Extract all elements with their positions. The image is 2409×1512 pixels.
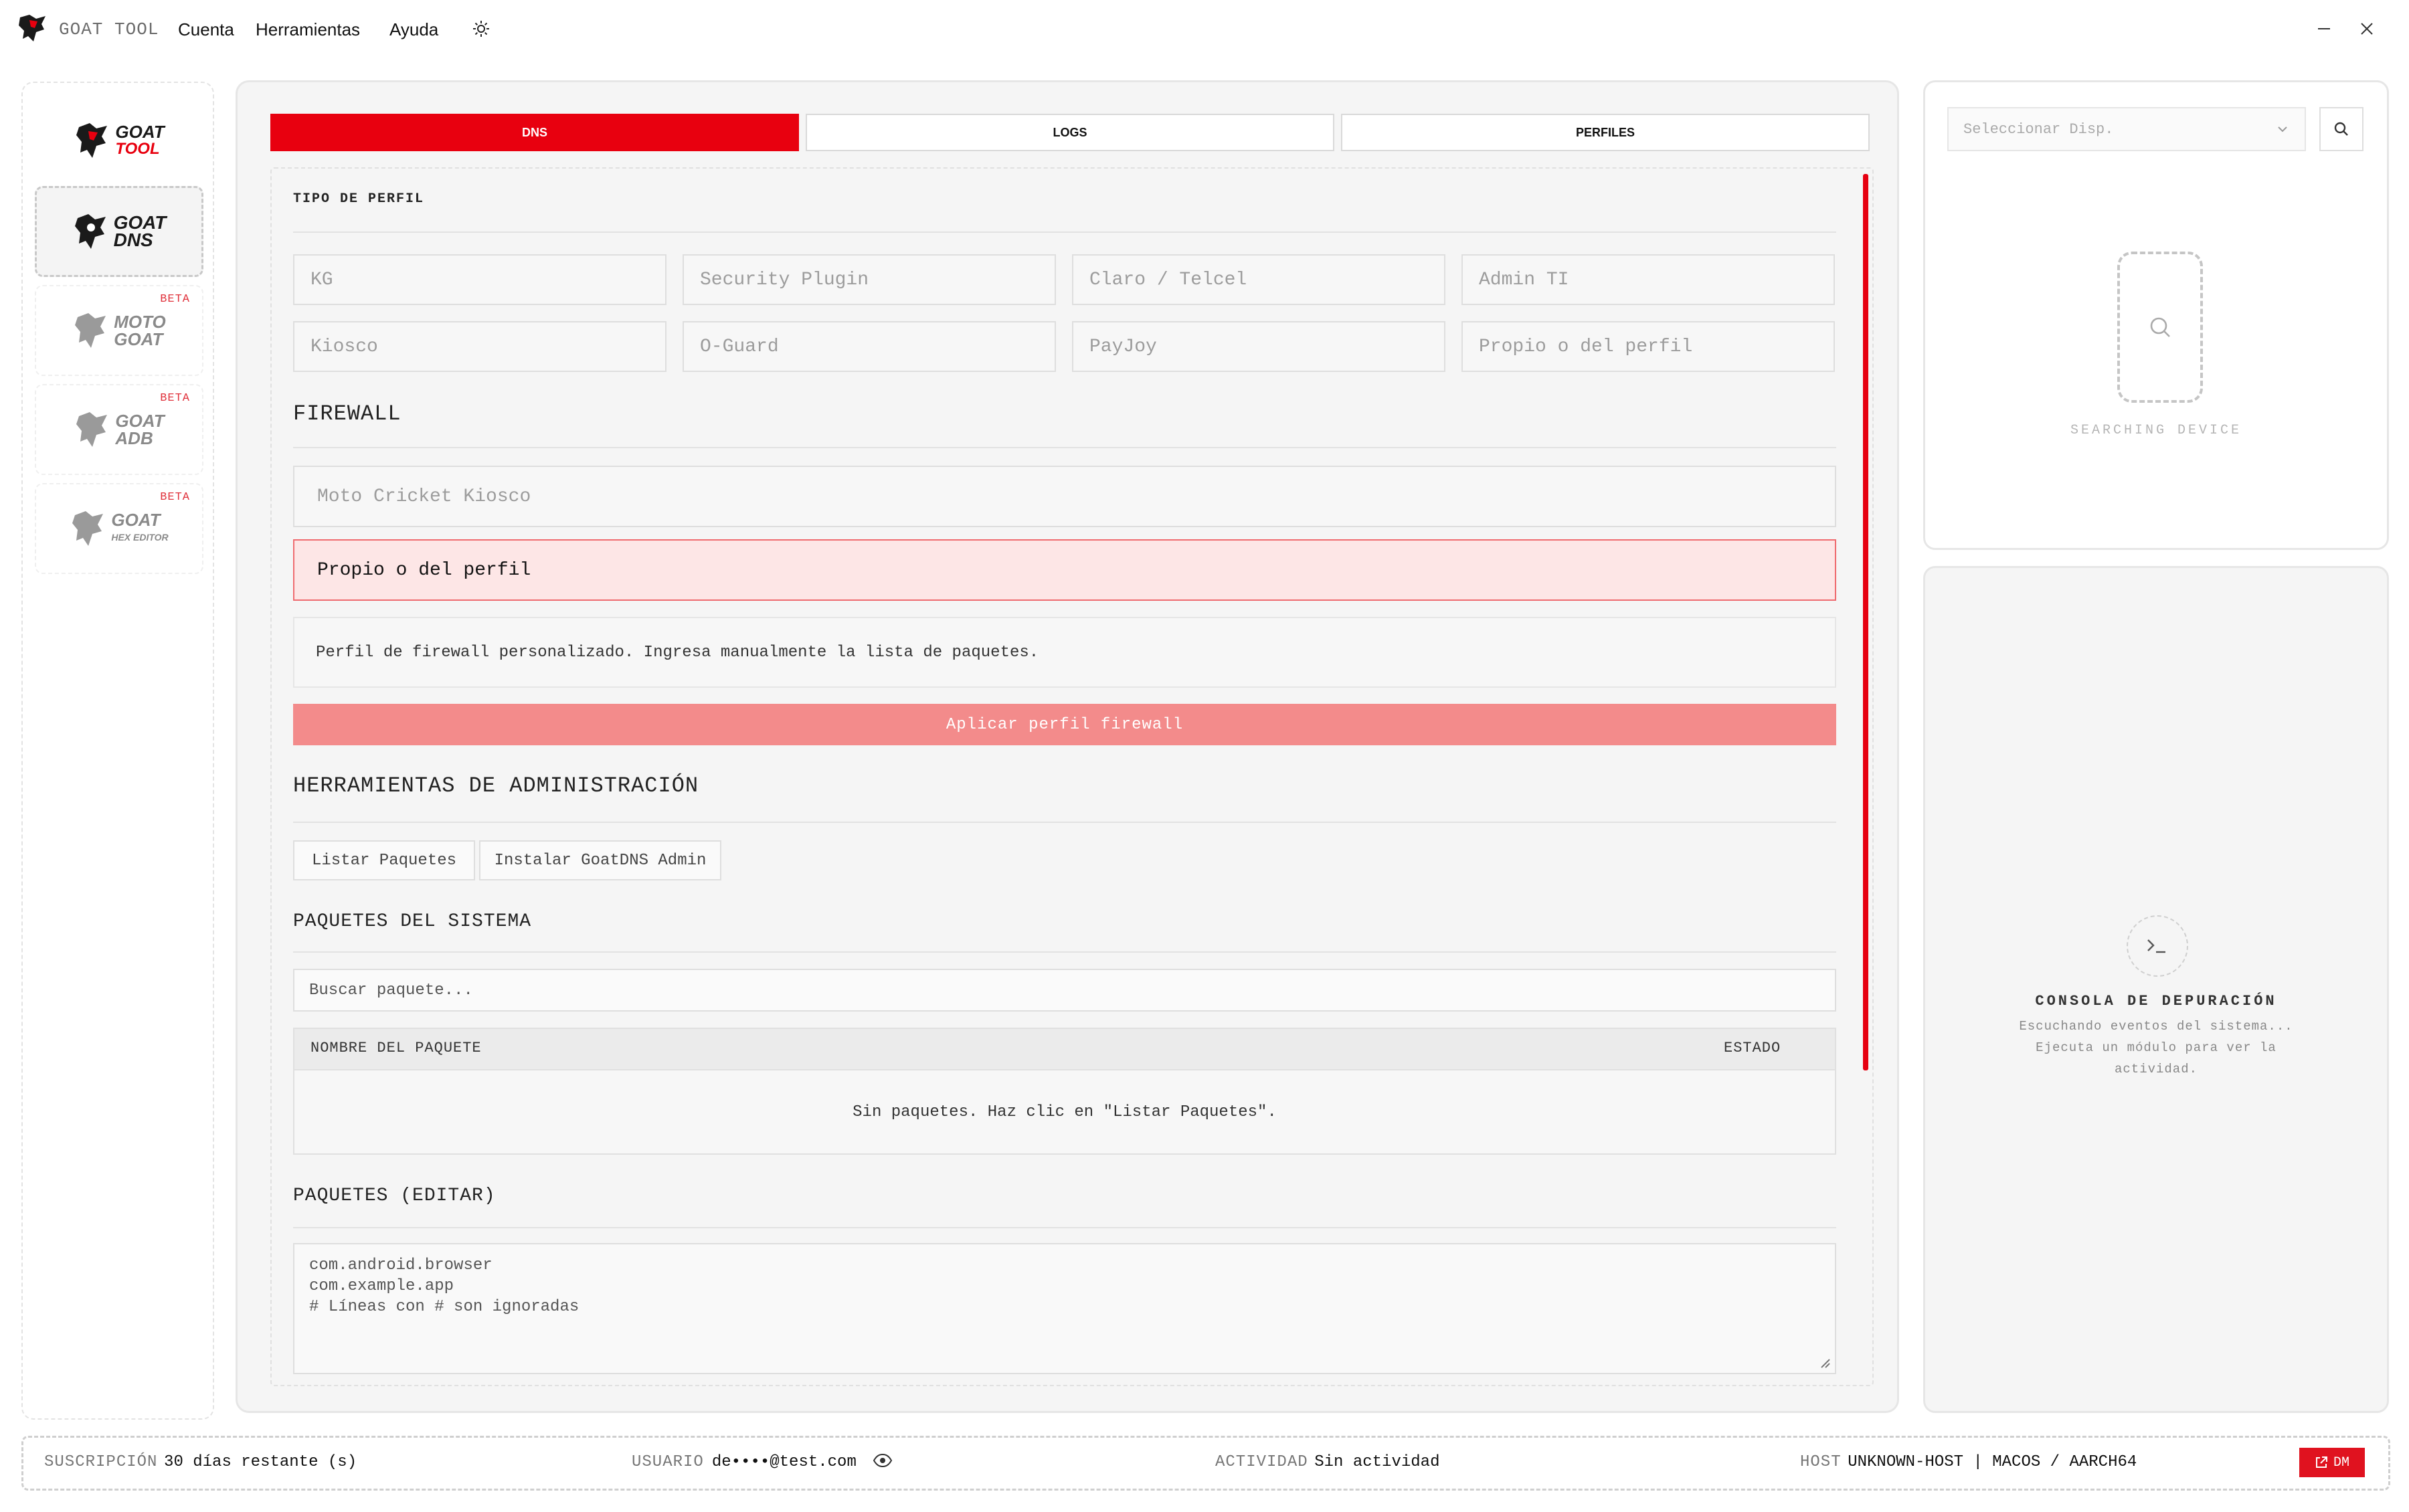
scrollbar[interactable] <box>1863 174 1868 1070</box>
tab-perfiles[interactable]: PERFILES <box>1341 114 1870 151</box>
divider <box>293 447 1836 448</box>
packages-edit-textarea[interactable]: com.android.browser com.example.app # Lí… <box>293 1243 1836 1374</box>
profile-option-kiosco[interactable]: Kiosco <box>293 321 666 372</box>
sidebar-item-line2: GOAT <box>114 329 163 349</box>
subscription-value: 30 días restante (s) <box>164 1453 357 1471</box>
sidebar: GOAT TOOL GOAT DNS BETA MOTO GOAT BETA GOAT… <box>21 82 214 1420</box>
sidebar-item-line1: GOAT <box>111 510 161 530</box>
divider <box>293 951 1836 953</box>
subscription-label: SUSCRIPCIÓN <box>44 1453 158 1471</box>
chevron-down-icon <box>2275 122 2290 141</box>
user-label: USUARIO <box>632 1453 704 1471</box>
menu-ayuda[interactable]: Ayuda <box>389 16 438 43</box>
beta-badge: BETA <box>160 491 190 504</box>
sidebar-item-line2: HEX EDITOR <box>111 532 169 543</box>
firewall-option-propio[interactable]: Propio o del perfil <box>293 539 1836 601</box>
profile-option-claro-telcel[interactable]: Claro / Telcel <box>1072 254 1445 305</box>
moto-goat-logo: MOTO GOAT <box>72 310 166 351</box>
host-value: UNKNOWN-HOST | MACOS / AARCH64 <box>1848 1453 2137 1471</box>
eye-icon[interactable] <box>873 1453 893 1471</box>
goat-hex-editor-logo: GOAT HEX EDITOR <box>70 508 169 549</box>
debug-console-subtitle: Escuchando eventos del sistema... Ejecut… <box>2019 1019 2293 1076</box>
host-label: HOST <box>1800 1453 1842 1471</box>
search-icon <box>2334 122 2348 136</box>
tab-dns[interactable]: DNS <box>270 114 799 151</box>
system-packages-title: PAQUETES DEL SISTEMA <box>293 911 532 932</box>
external-link-icon <box>2315 1456 2327 1468</box>
goat-tool-logo: GOAT TOOL <box>74 120 165 161</box>
sidebar-item-goat-adb[interactable]: BETA GOAT ADB <box>35 384 203 475</box>
terminal-icon <box>2127 915 2188 977</box>
firewall-title: FIREWALL <box>293 401 402 426</box>
dm-button[interactable]: DM <box>2299 1448 2365 1477</box>
sidebar-item-line1: MOTO <box>114 312 166 332</box>
resize-handle-icon[interactable] <box>1816 1354 1831 1369</box>
profile-option-admin-ti[interactable]: Admin TI <box>1461 254 1835 305</box>
user-status: USUARIO de••••@test.com <box>632 1453 893 1471</box>
menu-cuenta[interactable]: Cuenta <box>178 16 234 43</box>
divider <box>293 1227 1836 1228</box>
search-icon <box>2150 317 2170 337</box>
debug-console-panel <box>1923 566 2389 1413</box>
profile-type-label: TIPO DE PERFIL <box>293 191 425 207</box>
list-packages-button[interactable]: Listar Paquetes <box>293 840 475 880</box>
divider <box>293 822 1836 823</box>
goat-adb-logo: GOAT ADB <box>74 409 165 450</box>
tab-logs[interactable]: LOGS <box>806 114 1334 151</box>
package-search-input[interactable]: Buscar paquete... <box>293 969 1836 1012</box>
minimize-icon[interactable] <box>2309 13 2339 44</box>
sidebar-item-line2: TOOL <box>115 140 160 158</box>
goat-dns-logo: GOAT DNS <box>72 211 166 252</box>
user-value: de••••@test.com <box>711 1453 857 1471</box>
searching-device-label: SEARCHING DEVICE <box>2070 423 2242 438</box>
profile-option-security-plugin[interactable]: Security Plugin <box>683 254 1056 305</box>
profile-option-propio[interactable]: Propio o del perfil <box>1461 321 1835 372</box>
profile-option-payjoy[interactable]: PayJoy <box>1072 321 1445 372</box>
app-logo-icon <box>16 12 50 45</box>
edit-packages-title: PAQUETES (EDITAR) <box>293 1186 496 1206</box>
divider <box>293 231 1836 233</box>
profile-option-kg[interactable]: KG <box>293 254 666 305</box>
apply-firewall-button[interactable]: Aplicar perfil firewall <box>293 704 1836 745</box>
install-goatdns-admin-button[interactable]: Instalar GoatDNS Admin <box>479 840 721 880</box>
debug-console-title: CONSOLA DE DEPURACIÓN <box>2035 993 2277 1010</box>
admin-tools-title: HERRAMIENTAS DE ADMINISTRACIÓN <box>293 773 699 798</box>
column-status: ESTADO <box>1724 1040 1781 1056</box>
activity-label: ACTIVIDAD <box>1215 1453 1308 1471</box>
close-icon[interactable] <box>2351 13 2382 44</box>
menu-herramientas[interactable]: Herramientas <box>256 16 360 43</box>
subscription-status: SUSCRIPCIÓN 30 días restante (s) <box>44 1453 357 1471</box>
host-status: HOST UNKNOWN-HOST | MACOS / AARCH64 <box>1800 1453 2137 1471</box>
beta-badge: BETA <box>160 392 190 405</box>
activity-value: Sin actividad <box>1314 1453 1440 1471</box>
beta-badge: BETA <box>160 293 190 306</box>
firewall-option-moto-cricket-kiosco[interactable]: Moto Cricket Kiosco <box>293 466 1836 527</box>
firewall-description: Perfil de firewall personalizado. Ingres… <box>293 617 1836 688</box>
sidebar-item-line2: ADB <box>115 428 153 448</box>
activity-status: ACTIVIDAD Sin actividad <box>1215 1453 1439 1471</box>
sidebar-item-line1: GOAT <box>115 411 165 431</box>
sidebar-item-line1: GOAT <box>115 122 165 142</box>
device-select[interactable]: Seleccionar Disp. <box>1947 107 2306 151</box>
sidebar-item-line2: DNS <box>113 229 153 250</box>
device-placeholder <box>2117 252 2203 403</box>
theme-toggle-icon[interactable] <box>466 13 497 44</box>
dm-label: DM <box>2333 1454 2349 1471</box>
sidebar-item-goat-tool[interactable]: GOAT TOOL <box>35 95 203 186</box>
profile-option-o-guard[interactable]: O-Guard <box>683 321 1056 372</box>
sidebar-item-goat-hex-editor[interactable]: BETA GOAT HEX EDITOR <box>35 483 203 574</box>
packages-empty-message: Sin paquetes. Haz clic en "Listar Paquet… <box>293 1069 1836 1155</box>
device-search-button[interactable] <box>2319 107 2363 151</box>
app-title: GOAT TOOL <box>59 19 159 39</box>
column-package-name: NOMBRE DEL PAQUETE <box>310 1040 482 1056</box>
device-select-placeholder: Seleccionar Disp. <box>1963 120 2114 138</box>
sidebar-item-moto-goat[interactable]: BETA MOTO GOAT <box>35 285 203 376</box>
packages-table-header: NOMBRE DEL PAQUETE ESTADO <box>293 1028 1836 1069</box>
sidebar-item-goat-dns[interactable]: GOAT DNS <box>35 186 203 277</box>
